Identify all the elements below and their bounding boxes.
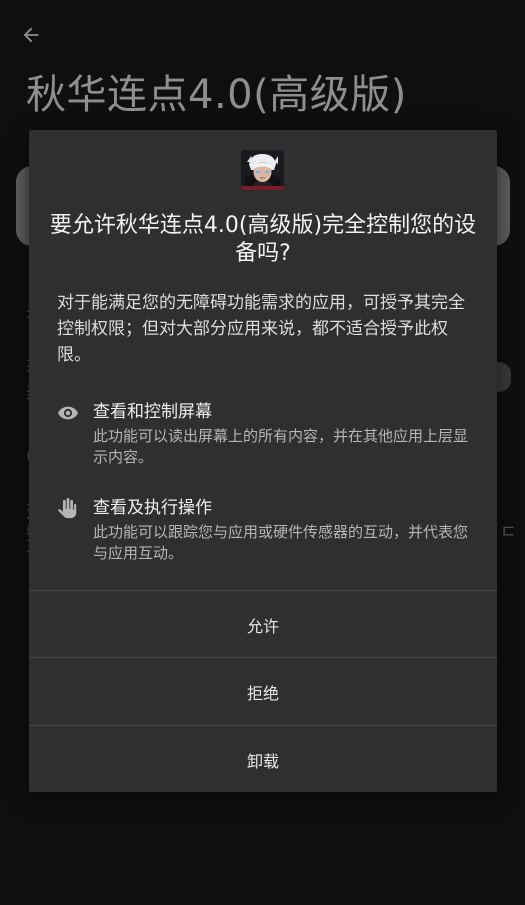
permission-description: 此功能可以读出屏幕上的所有内容，并在其他应用上层显示内容。 <box>93 427 469 466</box>
permission-item: 查看和控制屏幕 此功能可以读出屏幕上的所有内容，并在其他应用上层显示内容。 <box>57 400 469 470</box>
hand-icon <box>57 498 79 520</box>
page-title: 秋华连点4.0(高级版) <box>26 72 407 118</box>
permission-name: 查看及执行操作 <box>93 498 212 518</box>
allow-button[interactable]: 允许 <box>29 590 497 658</box>
eye-icon <box>57 402 79 424</box>
back-button[interactable] <box>16 20 46 50</box>
background-text-fragment: ㄷ <box>500 522 517 543</box>
dialog-title: 要允许秋华连点4.0(高级版)完全控制您的设备吗? <box>49 213 477 266</box>
back-arrow-icon <box>23 27 39 43</box>
accessibility-permission-dialog: 要允许秋华连点4.0(高级版)完全控制您的设备吗? 对于能满足您的无障碍功能需求… <box>29 130 497 792</box>
permission-item: 查看及执行操作 此功能可以跟踪您与应用或硬件传感器的互动，并代表您与应用互动。 <box>57 496 469 566</box>
deny-button[interactable]: 拒绝 <box>29 657 497 725</box>
permission-name: 查看和控制屏幕 <box>93 402 212 422</box>
uninstall-button[interactable]: 卸载 <box>29 725 497 793</box>
app-icon <box>241 150 284 190</box>
permission-description: 此功能可以跟踪您与应用或硬件传感器的互动，并代表您与应用互动。 <box>93 523 469 562</box>
dialog-description: 对于能满足您的无障碍功能需求的应用，可授予其完全控制权限；但对大部分应用来说，都… <box>57 293 465 365</box>
